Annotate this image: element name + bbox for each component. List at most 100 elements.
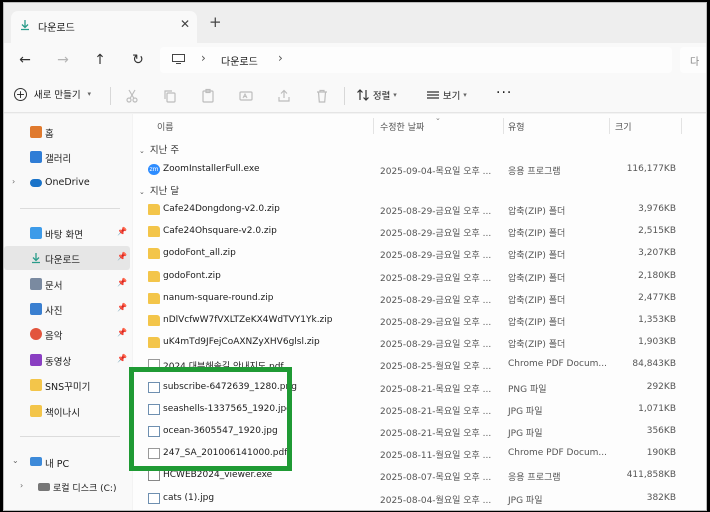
sort-button[interactable]: 정렬 ▾ [356, 88, 397, 102]
file-date: 2025-08-29-금요일 오후 ... [380, 229, 492, 240]
sidebar-item-label: 바탕 화면 [45, 230, 83, 241]
sidebar-item-label: SNS꾸미기 [45, 382, 91, 393]
sidebar-item-label: 내 PC [45, 459, 70, 470]
pin-icon: 📌 [117, 303, 127, 312]
file-type: 압축(ZIP) 폴더 [508, 229, 566, 240]
search-box[interactable]: 다 [680, 47, 706, 73]
file-type: 압축(ZIP) 폴더 [508, 207, 566, 217]
sidebar-item-desktop[interactable]: 바탕 화면 📌 [4, 221, 130, 245]
file-row[interactable]: zm ZoomInstallerFull.exe 2025-09-04-목요일 오후… [133, 159, 706, 181]
file-size: 1,071KB [638, 403, 676, 414]
sidebar-divider [20, 436, 120, 437]
file-size: 1,903KB [638, 337, 676, 348]
group-label: 지난 달 [149, 186, 180, 197]
sidebar-item-books[interactable]: 책이나시 [4, 399, 130, 423]
copy-icon[interactable] [162, 88, 178, 104]
file-row[interactable]: nanum-square-round.zip 2025-08-29-금요일 오후 … [133, 288, 706, 310]
rename-icon[interactable] [238, 88, 254, 104]
file-row[interactable]: godoFont.zip 2025-08-29-금요일 오후 ... 압축(ZIP)… [133, 266, 706, 288]
column-divider[interactable] [373, 118, 374, 134]
sidebar-item-onedrive[interactable]: › OneDrive [4, 171, 130, 195]
chevron-down-icon[interactable]: ⌄ [12, 456, 19, 465]
sidebar-item-this-pc[interactable]: ⌄ 내 PC [4, 450, 130, 474]
chevron-right-icon[interactable]: › [20, 481, 23, 490]
column-header-type[interactable]: 유형 [508, 120, 525, 133]
file-explorer-window: 다운로드 ✕ + ← → ↑ ↻ › 다운로드 › 다 + 새로 만들기 ▾ 정… [3, 2, 707, 511]
chevron-right-icon[interactable]: › [12, 177, 15, 186]
file-size: 2,180KB [638, 270, 676, 281]
chevron-down-icon: ▾ [393, 91, 397, 99]
breadcrumb-separator[interactable]: › [278, 51, 283, 65]
delete-icon[interactable] [314, 88, 330, 104]
share-icon[interactable] [276, 88, 292, 104]
sidebar-item-sns[interactable]: SNS꾸미기 [4, 373, 130, 397]
selection-highlight-box [129, 367, 292, 471]
sidebar-divider [20, 208, 120, 209]
group-label: 지난 주 [149, 145, 180, 156]
sidebar-item-local-disk[interactable]: › 로컬 디스크 (C:) [12, 475, 130, 499]
view-button[interactable]: 보기 ▾ [426, 88, 467, 102]
image-file-icon [148, 492, 160, 504]
file-type: 응용 프로그램 [508, 167, 561, 177]
address-bar[interactable]: › 다운로드 › [160, 47, 672, 73]
folder-icon [30, 405, 42, 417]
file-type: 압축(ZIP) 폴더 [508, 295, 566, 306]
file-row[interactable]: uK4mTd9JFejCoAXNZyXHV6glsl.zip 2025-08-29… [133, 332, 706, 354]
column-divider[interactable] [609, 118, 610, 134]
group-header-last-week[interactable]: ⌄ 지난 주 [139, 142, 179, 156]
file-row[interactable]: cats (1).jpg 2025-08-04-월요일 오후 ... JPG 파일 3… [133, 488, 706, 510]
sidebar-item-label: 다운로드 [45, 255, 80, 266]
more-options-button[interactable]: ··· [496, 85, 512, 101]
new-button[interactable]: + 새로 만들기 ▾ [14, 87, 91, 105]
file-size: 190KB [646, 448, 676, 459]
sidebar-item-label: 홈 [45, 129, 54, 140]
tab-downloads[interactable]: 다운로드 ✕ [11, 11, 197, 43]
file-type: JPG 파일 [508, 429, 543, 439]
file-date: 2025-08-29-금요일 오후 ... [380, 273, 492, 284]
file-size: 2,515KB [638, 226, 676, 237]
sidebar-item-home[interactable]: 홈 [4, 120, 130, 144]
zip-folder-icon [148, 204, 160, 215]
up-button[interactable]: ↑ [89, 49, 111, 71]
file-type: 압축(ZIP) 폴더 [508, 251, 566, 262]
chevron-down-icon: ⌄ [139, 188, 145, 196]
new-button-label: 새로 만들기 [33, 90, 81, 101]
file-row[interactable]: Cafe24Ohsquare-v2.0.zip 2025-08-29-금요일 오후… [133, 221, 706, 243]
refresh-button[interactable]: ↻ [127, 49, 149, 71]
file-date: 2025-08-29-금요일 오후 ... [380, 207, 492, 217]
sidebar-item-gallery[interactable]: 갤러리 [4, 145, 130, 169]
close-tab-button[interactable]: ✕ [180, 17, 190, 31]
file-type: JPG 파일 [508, 495, 543, 506]
column-divider[interactable] [503, 118, 504, 134]
sidebar-item-label: 책이나시 [45, 408, 80, 419]
column-header-name[interactable]: 이름 [157, 120, 174, 133]
group-header-last-month[interactable]: ⌄ 지난 달 [139, 183, 179, 197]
new-tab-button[interactable]: + [209, 13, 222, 31]
breadcrumb-separator[interactable]: › [201, 51, 206, 65]
sidebar-item-videos[interactable]: 동영상 📌 [4, 348, 130, 372]
forward-button[interactable]: → [52, 49, 74, 71]
file-row[interactable]: nDlVcfwW7fVXLTZeKX4WdTVY1Yk.zip 2025-08-2… [133, 310, 706, 332]
sidebar-item-pictures[interactable]: 사진 📌 [4, 297, 130, 321]
column-divider[interactable] [681, 118, 682, 134]
home-icon [30, 126, 42, 138]
breadcrumb-downloads[interactable]: 다운로드 [221, 53, 258, 68]
paste-icon[interactable] [200, 88, 216, 104]
view-label: 보기 [442, 91, 461, 102]
file-row[interactable]: Cafe24Dongdong-v2.0.zip 2025-08-29-금요일 오후… [133, 199, 706, 221]
sidebar-item-downloads[interactable]: 다운로드 📌 [4, 246, 130, 270]
navigation-pane: 홈 갤러리 › OneDrive 바탕 화면 📌 다운로드 📌 문서 📌 사진 … [4, 114, 132, 510]
cut-icon[interactable] [124, 88, 140, 104]
column-header-date[interactable]: 수정한 날짜 [380, 120, 424, 133]
file-row[interactable]: godoFont_all.zip 2025-08-29-금요일 오후 ... 압축(… [133, 243, 706, 265]
documents-icon [30, 278, 42, 290]
file-size: 3,976KB [638, 204, 676, 214]
sidebar-item-label: 사진 [45, 306, 63, 317]
sidebar-item-documents[interactable]: 문서 📌 [4, 272, 130, 296]
column-header-size[interactable]: 크기 [615, 120, 632, 133]
pin-icon: 📌 [117, 278, 127, 287]
back-button[interactable]: ← [14, 49, 36, 71]
pc-icon [30, 457, 42, 466]
sidebar-item-music[interactable]: 음악 📌 [4, 322, 130, 346]
tab-title: 다운로드 [38, 23, 75, 34]
